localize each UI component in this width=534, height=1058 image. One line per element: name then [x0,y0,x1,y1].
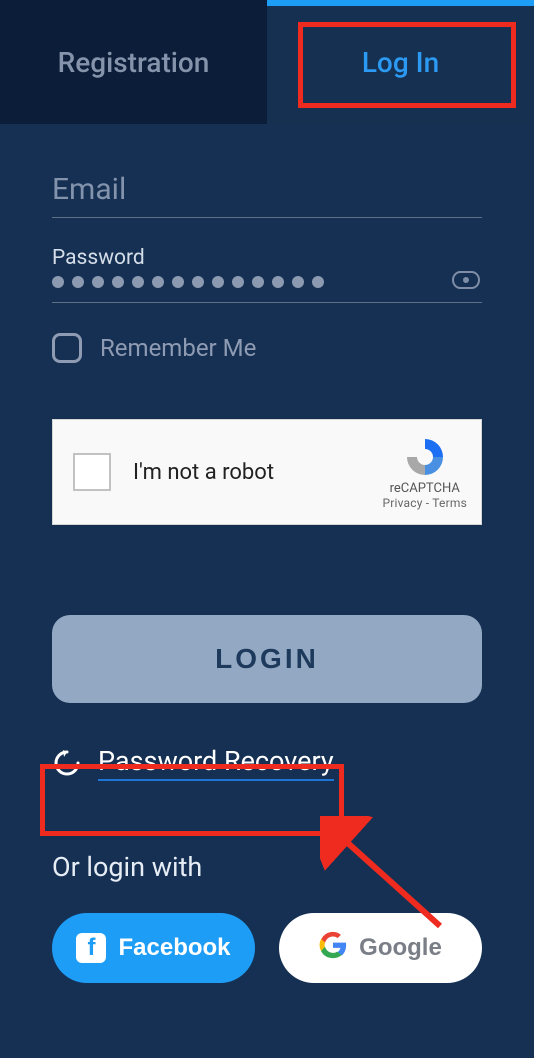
or-login-with-label: Or login with [52,851,482,883]
password-recovery-link[interactable]: Password Recovery [98,745,334,781]
password-label: Password [52,246,482,270]
tab-registration-label: Registration [58,46,210,79]
social-login-row: f Facebook Google [52,913,482,983]
recaptcha-widget[interactable]: I'm not a robot reCAPTCHA Privacy - Term… [52,419,482,525]
google-login-button[interactable]: Google [279,913,482,983]
auth-tabs: Registration Log In [0,0,534,124]
recaptcha-text: I'm not a robot [133,460,382,485]
remember-label: Remember Me [100,334,256,362]
remember-me-row[interactable]: Remember Me [52,333,482,363]
tab-login[interactable]: Log In [267,0,534,124]
recaptcha-brand: reCAPTCHA Privacy - Terms [382,435,467,510]
login-form: Email Password Remember Me I'm not a rob… [0,124,534,983]
password-recovery-row[interactable]: Password Recovery [52,745,482,781]
recaptcha-links[interactable]: Privacy - Terms [382,496,467,510]
login-button-label: LOGIN [215,643,319,674]
remember-checkbox[interactable] [52,333,82,363]
email-label: Email [52,172,482,218]
refresh-icon [52,748,82,778]
facebook-label: Facebook [118,934,230,962]
recaptcha-logo-icon [403,435,447,479]
tab-login-label: Log In [362,46,439,79]
google-icon [319,931,347,966]
recaptcha-brand-text: reCAPTCHA [382,481,467,496]
password-field-wrapper[interactable]: Password [52,246,482,303]
password-masked [52,276,482,303]
email-field-wrapper[interactable]: Email [52,172,482,218]
google-label: Google [359,934,442,962]
toggle-password-visibility-icon[interactable] [452,271,480,289]
facebook-login-button[interactable]: f Facebook [52,913,255,983]
accent-bar [267,0,534,6]
tab-registration[interactable]: Registration [0,0,267,124]
login-button[interactable]: LOGIN [52,615,482,703]
recaptcha-checkbox[interactable] [73,453,111,491]
facebook-icon: f [76,933,106,963]
